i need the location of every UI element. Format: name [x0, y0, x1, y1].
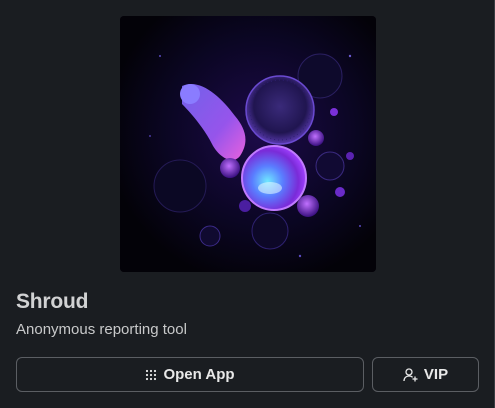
- app-artwork-image: [120, 16, 376, 272]
- vip-label: VIP: [423, 366, 449, 383]
- add-user-icon: [403, 367, 418, 382]
- app-name: Shroud: [16, 290, 89, 313]
- open-app-button[interactable]: Open App: [16, 357, 364, 392]
- apps-grid-icon: [145, 369, 157, 381]
- open-app-label: Open App: [163, 366, 235, 383]
- vip-button[interactable]: VIP: [372, 357, 479, 392]
- app-detail-panel: Shroud Anonymous reporting tool Open App…: [0, 0, 495, 408]
- app-description: Anonymous reporting tool: [16, 321, 187, 338]
